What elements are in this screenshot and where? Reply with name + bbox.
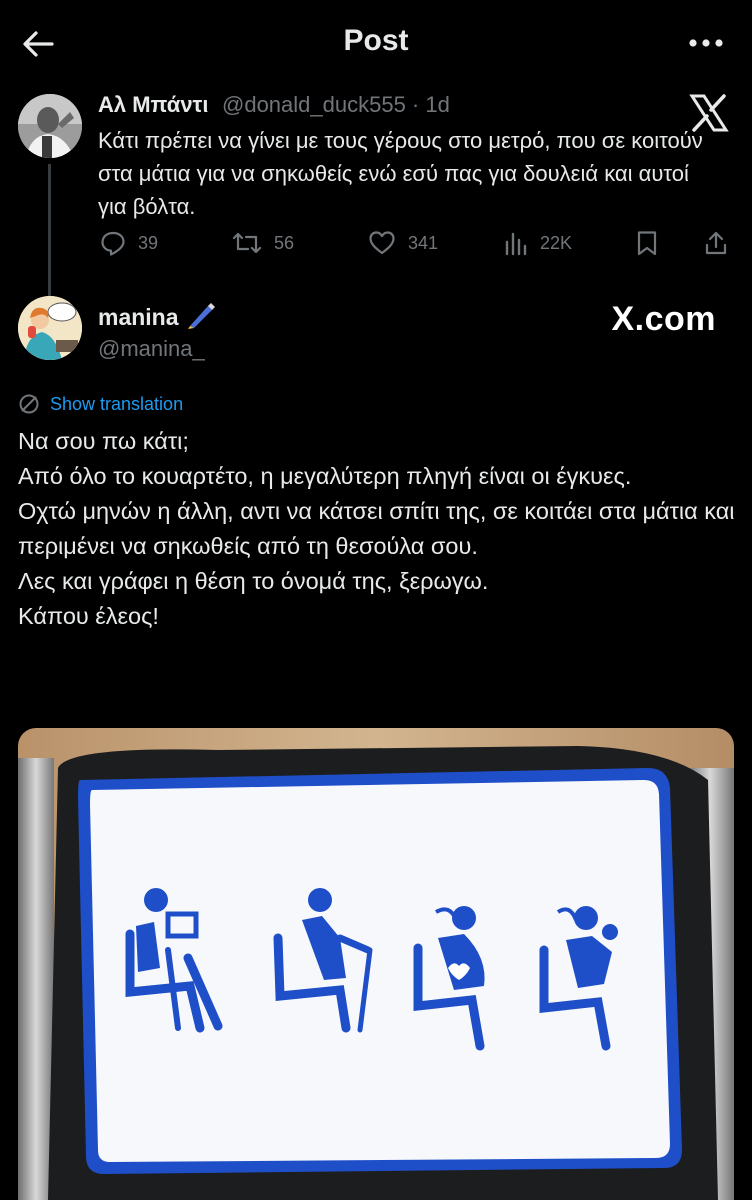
share-icon [705, 231, 727, 255]
tweet-line: Να σου πω κάτι; [18, 428, 189, 454]
avatar[interactable] [18, 94, 82, 158]
parent-handle[interactable]: @donald_duck555 · 1d [222, 92, 450, 118]
views-chart-icon [505, 232, 527, 256]
heart-icon [369, 231, 395, 255]
page-title: Post [343, 24, 409, 57]
tweet-image[interactable] [18, 728, 734, 1200]
avatar[interactable] [18, 296, 82, 360]
author-display-name[interactable]: manina [98, 304, 179, 331]
tweet-line: Από όλο το κουαρτέτο, η μεγαλύτερη πληγή… [18, 463, 632, 489]
show-translation-label: Show translation [50, 393, 184, 414]
parent-tweet-text: Κάτι πρέπει να γίνει με τους γέρους στο … [98, 128, 703, 219]
like-count: 341 [408, 232, 439, 253]
repost-icon [232, 232, 262, 254]
bookmark-button[interactable] [636, 226, 670, 260]
like-button[interactable]: 341 [368, 226, 438, 260]
show-translation-link[interactable]: Show translation [18, 390, 183, 418]
reply-button[interactable]: 39 [100, 226, 158, 260]
parent-display-name[interactable]: Αλ Μπάντι [98, 92, 208, 118]
pen-icon [186, 300, 216, 330]
reply-count: 39 [138, 232, 159, 253]
bookmark-icon [637, 231, 657, 256]
views-count: 22K [540, 232, 573, 253]
author-handle[interactable]: @manina_ [98, 336, 205, 362]
x-com-watermark: X.com [611, 300, 716, 338]
tweet-line: Οχτώ μηνών η άλλη, αντι να κάτσει σπίτι … [18, 498, 735, 559]
tweet-text: Να σου πω κάτι; Από όλο το κουαρτέτο, η … [18, 424, 748, 634]
repost-button[interactable]: 56 [232, 226, 294, 260]
views-button[interactable]: 22K [504, 226, 572, 260]
author-row: manina @manina_ X.com [0, 296, 752, 376]
action-bar: 39 56 341 22K [98, 226, 738, 260]
tweet-line: Κάπου έλεος! [18, 603, 159, 629]
more-horizontal-icon[interactable] [686, 26, 726, 60]
repost-count: 56 [274, 232, 295, 253]
tweet-line: Λες και γράφει η θέση το όνομά της, ξερω… [18, 568, 489, 594]
share-button[interactable] [704, 226, 740, 260]
translate-icon [19, 394, 39, 414]
parent-tweet[interactable]: Αλ Μπάντι @donald_duck555 · 1d Κάτι πρέπ… [0, 86, 752, 354]
reply-icon [101, 231, 125, 256]
top-bar: Post [0, 0, 752, 86]
